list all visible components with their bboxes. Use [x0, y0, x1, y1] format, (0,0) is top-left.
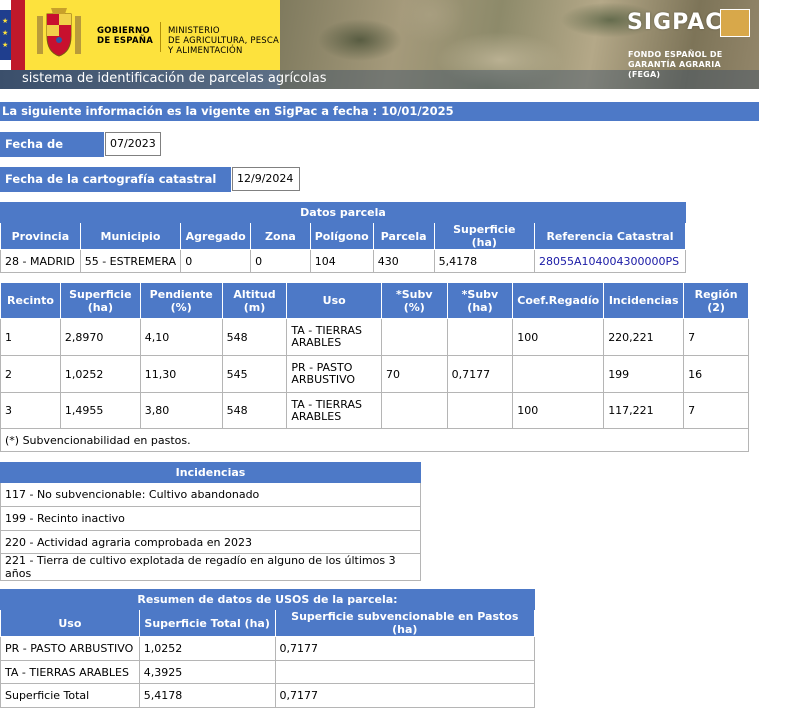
col-subv-pct: *Subv (%) — [380, 282, 448, 319]
col-parcela: Parcela — [372, 222, 435, 250]
gobierno-label: GOBIERNO DE ESPAÑA — [97, 26, 154, 46]
recintos-table: Recinto Superficie (ha) Pendiente (%) Alti… — [0, 282, 749, 452]
fecha-vuelo-label: Fecha de vuelo: — [0, 132, 104, 174]
col-uso: Uso — [0, 609, 140, 637]
resumen-title: Resumen de datos de USOS de la parcela: — [0, 589, 535, 610]
datos-parcela-title: Datos parcela — [0, 202, 686, 223]
fega-label: FONDO ESPAÑOL DE GARANTÍA AGRARIA (FEGA) — [628, 50, 723, 79]
eu-flag: ★ ★ ★ — [0, 0, 25, 70]
col-superficie: Superficie (ha) — [59, 282, 141, 319]
col-coef-regadio: Coef.Regadío — [512, 282, 605, 319]
col-superficie: Superficie (ha) — [433, 222, 535, 250]
col-agregado: Agregado — [180, 222, 252, 250]
col-altitud: Altitud (m) — [221, 282, 288, 319]
table-row: Superficie Total 5,4178 0,7177 — [0, 683, 536, 708]
col-incidencias: Incidencias — [603, 282, 685, 319]
col-uso: Uso — [286, 282, 382, 319]
coat-of-arms-icon — [37, 8, 81, 57]
table-row: 1 2,8970 4,10 548 TA - TIERRAS ARABLES 10… — [0, 318, 749, 356]
table-row: 3 1,4955 3,80 548 TA - TIERRAS ARABLES 10… — [0, 392, 749, 429]
col-poligono: Polígono — [309, 222, 374, 250]
col-region: Región (2) — [683, 282, 749, 319]
incidencias-title: Incidencias — [0, 462, 421, 483]
list-item: 221 - Tierra de cultivo explotada de reg… — [0, 553, 421, 581]
sigpac-logo: SIGPAC — [627, 10, 723, 35]
fecha-vuelo-value: 07/2023 — [105, 132, 161, 156]
col-superficie-subvencionable: Superficie subvencionable en Pastos (ha) — [274, 609, 536, 637]
header-banner: ★ ★ ★ GOBIERNO DE ESPAÑA MINISTERIO DE A… — [0, 0, 759, 89]
col-pendiente: Pendiente (%) — [139, 282, 223, 319]
col-municipio: Municipio — [79, 222, 182, 250]
table-row: TA - TIERRAS ARABLES 4,3925 — [0, 660, 536, 684]
col-subv-ha: *Subv (ha) — [446, 282, 514, 319]
recintos-header: Recinto Superficie (ha) Pendiente (%) Alti… — [0, 282, 749, 319]
system-name: sistema de identificación de parcelas ag… — [22, 71, 327, 86]
subvencionabilidad-note: (*) Subvencionabilidad en pastos. — [0, 428, 749, 452]
fecha-cartografia-label: Fecha de la cartografía catastral (1): — [0, 167, 231, 209]
col-zona: Zona — [250, 222, 311, 250]
col-recinto: Recinto — [0, 282, 61, 319]
table-row: 28 - MADRID 55 - ESTREMERA 0 0 104 430 5… — [0, 249, 687, 273]
sigpac-logo-icon — [720, 9, 750, 37]
col-superficie-total: Superficie Total (ha) — [138, 609, 276, 637]
list-item: 220 - Actividad agraria comprobada en 20… — [0, 530, 421, 554]
resumen-usos-table: Resumen de datos de USOS de la parcela: … — [0, 589, 536, 708]
incidencias-table: Incidencias 117 - No subvencionable: Cul… — [0, 462, 421, 581]
table-row: PR - PASTO ARBUSTIVO 1,0252 0,7177 — [0, 636, 536, 661]
referencia-catastral-link[interactable]: 28055A104004300000PS — [539, 255, 679, 268]
validity-info-bar: La siguiente información es la vigente e… — [0, 102, 759, 121]
col-referencia: Referencia Catastral — [533, 222, 687, 250]
list-item: 199 - Recinto inactivo — [0, 506, 421, 531]
col-provincia: Provincia — [0, 222, 81, 250]
ministerio-label: MINISTERIO DE AGRICULTURA, PESCA Y ALIME… — [168, 26, 280, 56]
list-item: 117 - No subvencionable: Cultivo abandon… — [0, 482, 421, 507]
table-row: 2 1,0252 11,30 545 PR - PASTO ARBUSTIVO 7… — [0, 355, 749, 393]
fecha-cartografia-value: 12/9/2024 — [232, 167, 300, 191]
datos-parcela-table: Datos parcela Provincia Municipio Agrega… — [0, 202, 687, 273]
